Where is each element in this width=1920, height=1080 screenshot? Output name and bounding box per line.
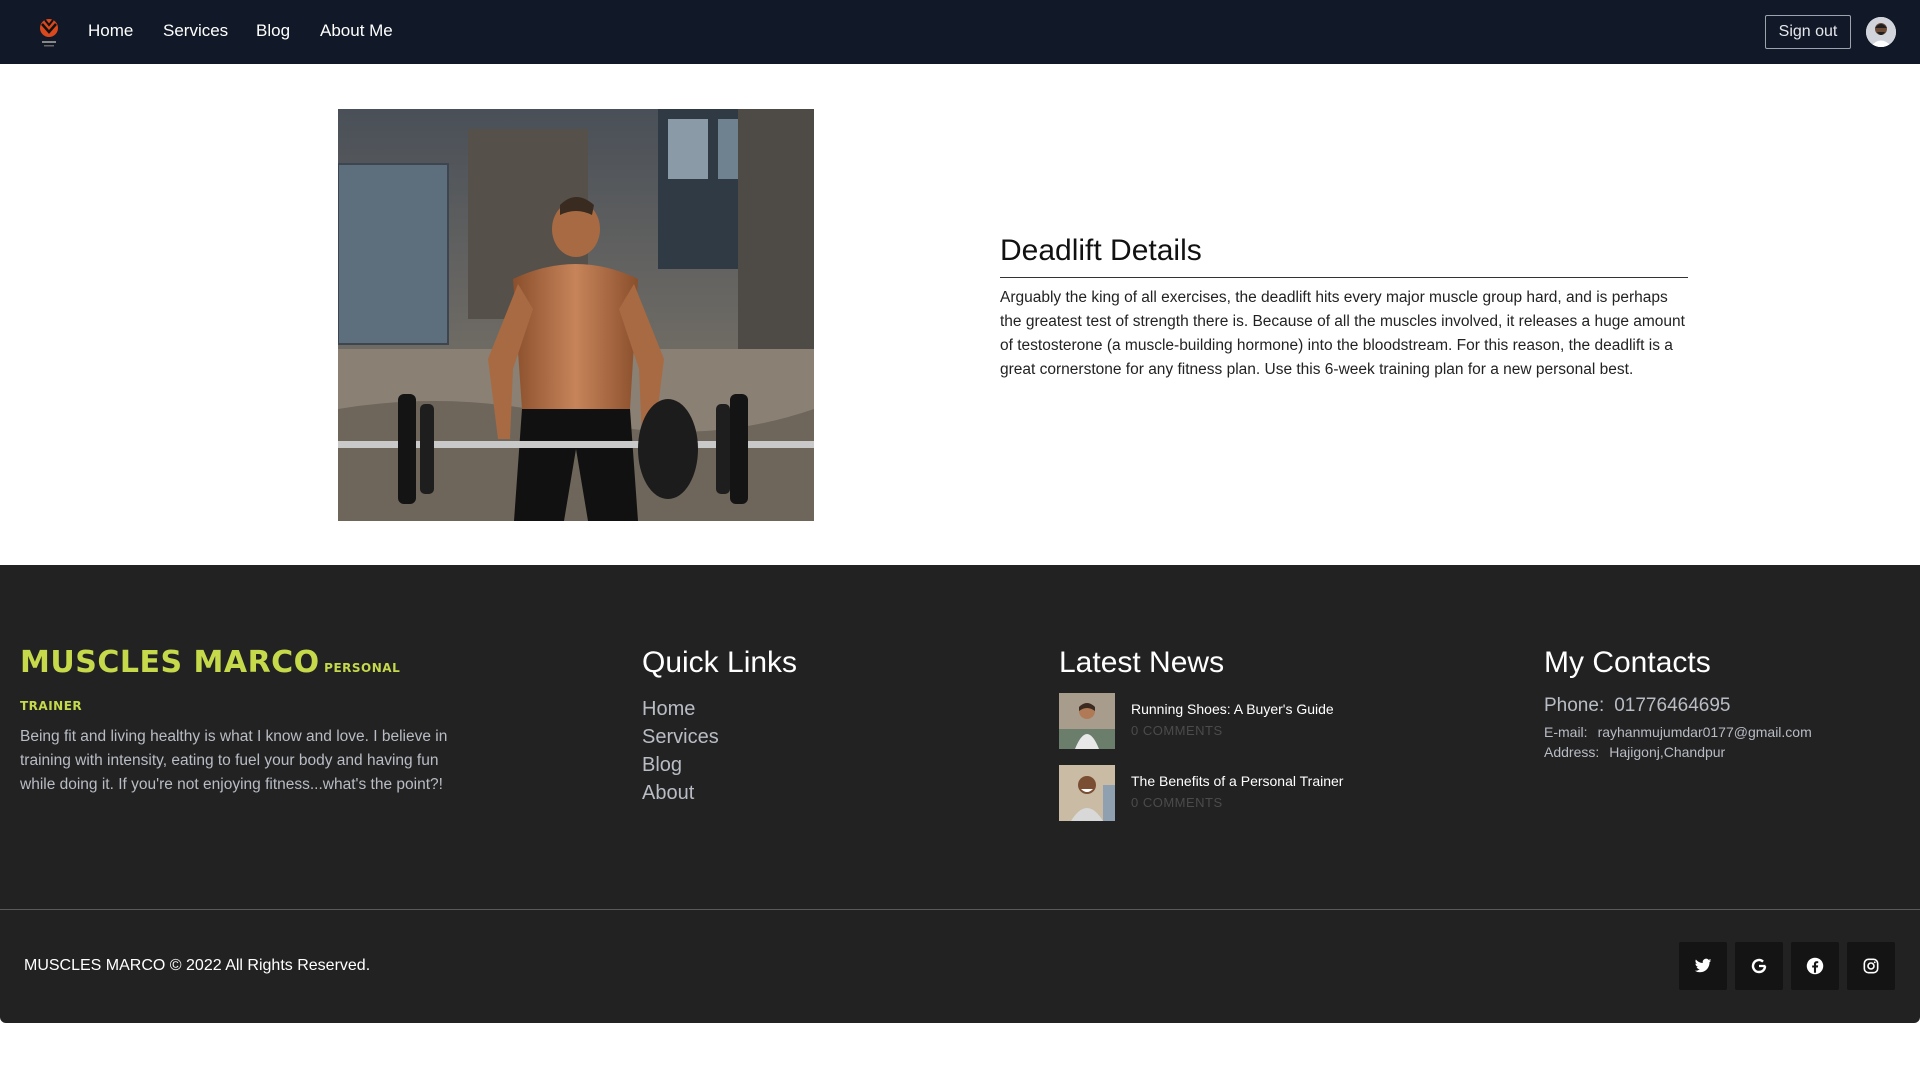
contacts-title: My Contacts — [1544, 646, 1711, 679]
latest-news-title: Latest News — [1059, 646, 1225, 679]
address-label: Address: — [1544, 744, 1600, 760]
phone-label: Phone: — [1544, 695, 1605, 716]
navbar: Home Services Blog About Me Sign out — [0, 0, 1920, 64]
nav-services-link[interactable]: Services — [163, 21, 228, 41]
news-thumbnail-trainer[interactable] — [1059, 765, 1115, 821]
twitter-icon[interactable] — [1679, 942, 1727, 990]
quick-links-title: Quick Links — [642, 646, 798, 679]
brand-name: MUSCLES MARCO — [20, 645, 320, 680]
news-item[interactable]: The Benefits of a Personal Trainer 0 COM… — [1059, 765, 1459, 823]
facebook-icon[interactable] — [1791, 942, 1839, 990]
contact-phone: Phone: 01776464695 — [1544, 695, 1730, 717]
google-icon[interactable] — [1735, 942, 1783, 990]
news-thumbnail-runner[interactable] — [1059, 693, 1115, 749]
phone-value: 01776464695 — [1614, 695, 1731, 716]
quick-link-services[interactable]: Services — [642, 725, 719, 749]
nav-about-link[interactable]: About Me — [320, 21, 393, 41]
quick-link-about[interactable]: About — [642, 781, 694, 805]
instagram-icon[interactable] — [1847, 942, 1895, 990]
news-item[interactable]: Running Shoes: A Buyer's Guide 0 COMMENT… — [1059, 693, 1459, 751]
news-comments: 0 COMMENTS — [1131, 723, 1223, 738]
deadlift-photo — [338, 109, 814, 521]
logo-icon[interactable] — [36, 16, 62, 50]
brand-description: Being fit and living healthy is what I k… — [20, 728, 448, 793]
footer-brand: MUSCLES MARCO PERSONAL — [20, 645, 460, 680]
article-body: Arguably the king of all exercises, the … — [1000, 289, 1685, 378]
news-title[interactable]: Running Shoes: A Buyer's Guide — [1131, 701, 1334, 717]
footer: MUSCLES MARCO PERSONAL TRAINER Being fit… — [0, 565, 1920, 1023]
quick-link-blog[interactable]: Blog — [642, 753, 682, 777]
copyright-text: MUSCLES MARCO © 2022 All Rights Reserved… — [24, 957, 371, 974]
email-label: E-mail: — [1544, 724, 1588, 740]
news-title[interactable]: The Benefits of a Personal Trainer — [1131, 773, 1343, 789]
address-value: Hajigonj,Chandpur — [1609, 744, 1726, 760]
footer-divider — [0, 909, 1920, 910]
sign-out-button[interactable]: Sign out — [1765, 15, 1851, 49]
news-comments: 0 COMMENTS — [1131, 795, 1223, 810]
article-title: Deadlift Details — [1000, 234, 1202, 267]
email-value[interactable]: rayhanmujumdar0177@gmail.com — [1598, 724, 1812, 740]
title-divider — [1000, 277, 1688, 278]
nav-home-link[interactable]: Home — [88, 21, 133, 41]
user-avatar-icon[interactable] — [1866, 17, 1896, 47]
brand-subtitle-2: TRAINER — [20, 699, 83, 713]
quick-link-home[interactable]: Home — [642, 697, 695, 721]
brand-subtitle: PERSONAL — [324, 661, 401, 675]
contact-address: Address: Hajigonj,Chandpur — [1544, 744, 1725, 760]
nav-blog-link[interactable]: Blog — [256, 21, 290, 41]
contact-email: E-mail: rayhanmujumdar0177@gmail.com — [1544, 724, 1812, 740]
